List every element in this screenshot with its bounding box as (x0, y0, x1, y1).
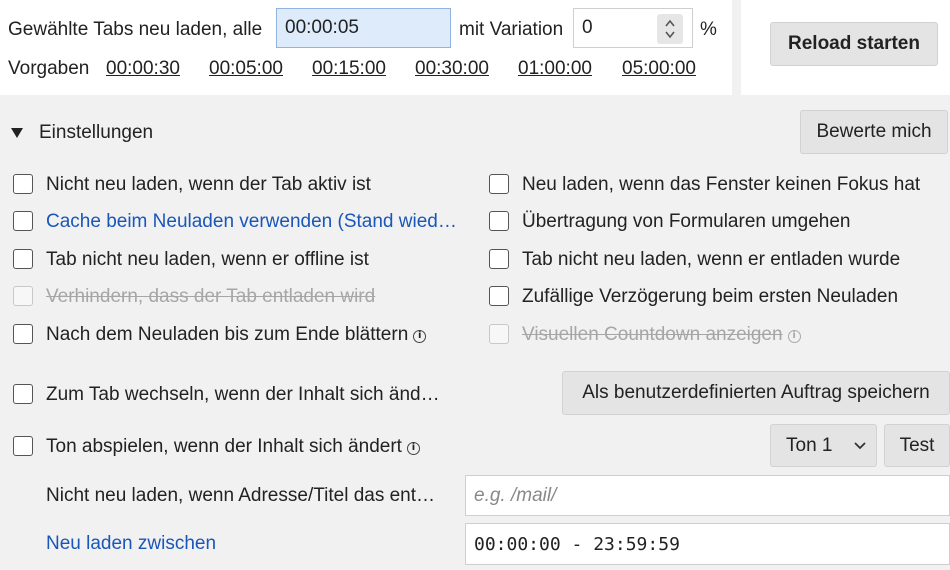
visual-countdown-label: Visuellen Countdown anzeigen (522, 324, 783, 345)
scroll-to-end-row: Nach dem Neuladen bis zum Ende blättern i (46, 324, 427, 346)
not-reload-discarded-checkbox[interactable] (489, 249, 509, 269)
prevent-discard-checkbox (13, 286, 33, 306)
percent-label: % (700, 19, 717, 40)
visual-countdown-checkbox (489, 324, 509, 344)
use-cache-checkbox[interactable] (13, 211, 33, 231)
not-reload-discarded-label: Tab nicht neu laden, wenn er entladen wu… (522, 249, 901, 270)
preset-00-30-00[interactable]: 00:30:00 (415, 58, 489, 80)
filter-input[interactable] (465, 475, 950, 516)
test-sound-button[interactable]: Test (884, 424, 950, 467)
sound-select-value: Ton 1 (786, 434, 833, 456)
play-sound-label: Ton abspielen, wenn der Inhalt sich ände… (46, 436, 402, 457)
sound-select[interactable]: Ton 1 (770, 424, 877, 467)
bypass-forms-label: Übertragung von Formularen umgehen (522, 211, 851, 232)
info-circle-icon: i (787, 329, 801, 343)
chevron-down-icon (854, 442, 866, 450)
switch-on-change-checkbox[interactable] (13, 384, 33, 404)
visual-countdown-row: Visuellen Countdown anzeigen i (522, 324, 801, 346)
reload-no-focus-label: Neu laden, wenn das Fenster keinen Fokus… (522, 174, 921, 195)
preset-00-15-00[interactable]: 00:15:00 (312, 58, 386, 80)
info-circle-icon[interactable]: i (413, 329, 427, 343)
filter-label: Nicht neu laden, wenn Adresse/Titel das … (46, 485, 436, 506)
info-circle-icon[interactable]: i (406, 441, 420, 455)
bypass-forms-checkbox[interactable] (489, 211, 509, 231)
reload-prefix-label: Gewählte Tabs neu laden, alle (8, 19, 263, 40)
use-cache-label[interactable]: Cache beim Neuladen verwenden (Stand wie… (46, 211, 457, 233)
presets-label: Vorgaben (8, 58, 90, 79)
variation-label: mit Variation (459, 19, 564, 40)
prevent-discard-label: Verhindern, dass der Tab entladen wird (46, 286, 376, 307)
reload-start-button[interactable]: Reload starten (770, 22, 938, 66)
random-delay-label: Zufällige Verzögerung beim ersten Neulad… (522, 286, 899, 307)
time-range-label[interactable]: Neu laden zwischen (46, 533, 216, 555)
preset-00-00-30[interactable]: 00:00:30 (106, 58, 180, 80)
random-delay-checkbox[interactable] (489, 286, 509, 306)
not-reload-offline-checkbox[interactable] (13, 249, 33, 269)
switch-on-change-label: Zum Tab wechseln, wenn der Inhalt sich ä… (46, 384, 440, 405)
time-range-input[interactable] (465, 523, 950, 565)
not-reload-offline-label: Tab nicht neu laden, wenn er offline ist (46, 249, 369, 270)
triangle-down-icon (11, 128, 23, 138)
not-reload-active-checkbox[interactable] (13, 174, 33, 194)
save-custom-job-button[interactable]: Als benutzerdefinierten Auftrag speicher… (562, 371, 950, 415)
spinner-arrows-icon[interactable] (657, 14, 683, 44)
settings-label: Einstellungen (39, 122, 154, 143)
preset-01-00-00[interactable]: 01:00:00 (518, 58, 592, 80)
scroll-to-end-label: Nach dem Neuladen bis zum Ende blättern (46, 324, 409, 345)
interval-input[interactable] (276, 8, 451, 48)
preset-05-00-00[interactable]: 05:00:00 (622, 58, 696, 80)
play-sound-checkbox[interactable] (13, 436, 33, 456)
preset-00-05-00[interactable]: 00:05:00 (209, 58, 283, 80)
play-sound-row: Ton abspielen, wenn der Inhalt sich ände… (46, 436, 420, 458)
rate-me-button[interactable]: Bewerte mich (800, 110, 948, 154)
reload-no-focus-checkbox[interactable] (489, 174, 509, 194)
scroll-to-end-checkbox[interactable] (13, 324, 33, 344)
settings-toggle[interactable]: Einstellungen (10, 122, 153, 144)
not-reload-active-label: Nicht neu laden, wenn der Tab aktiv ist (46, 174, 371, 195)
